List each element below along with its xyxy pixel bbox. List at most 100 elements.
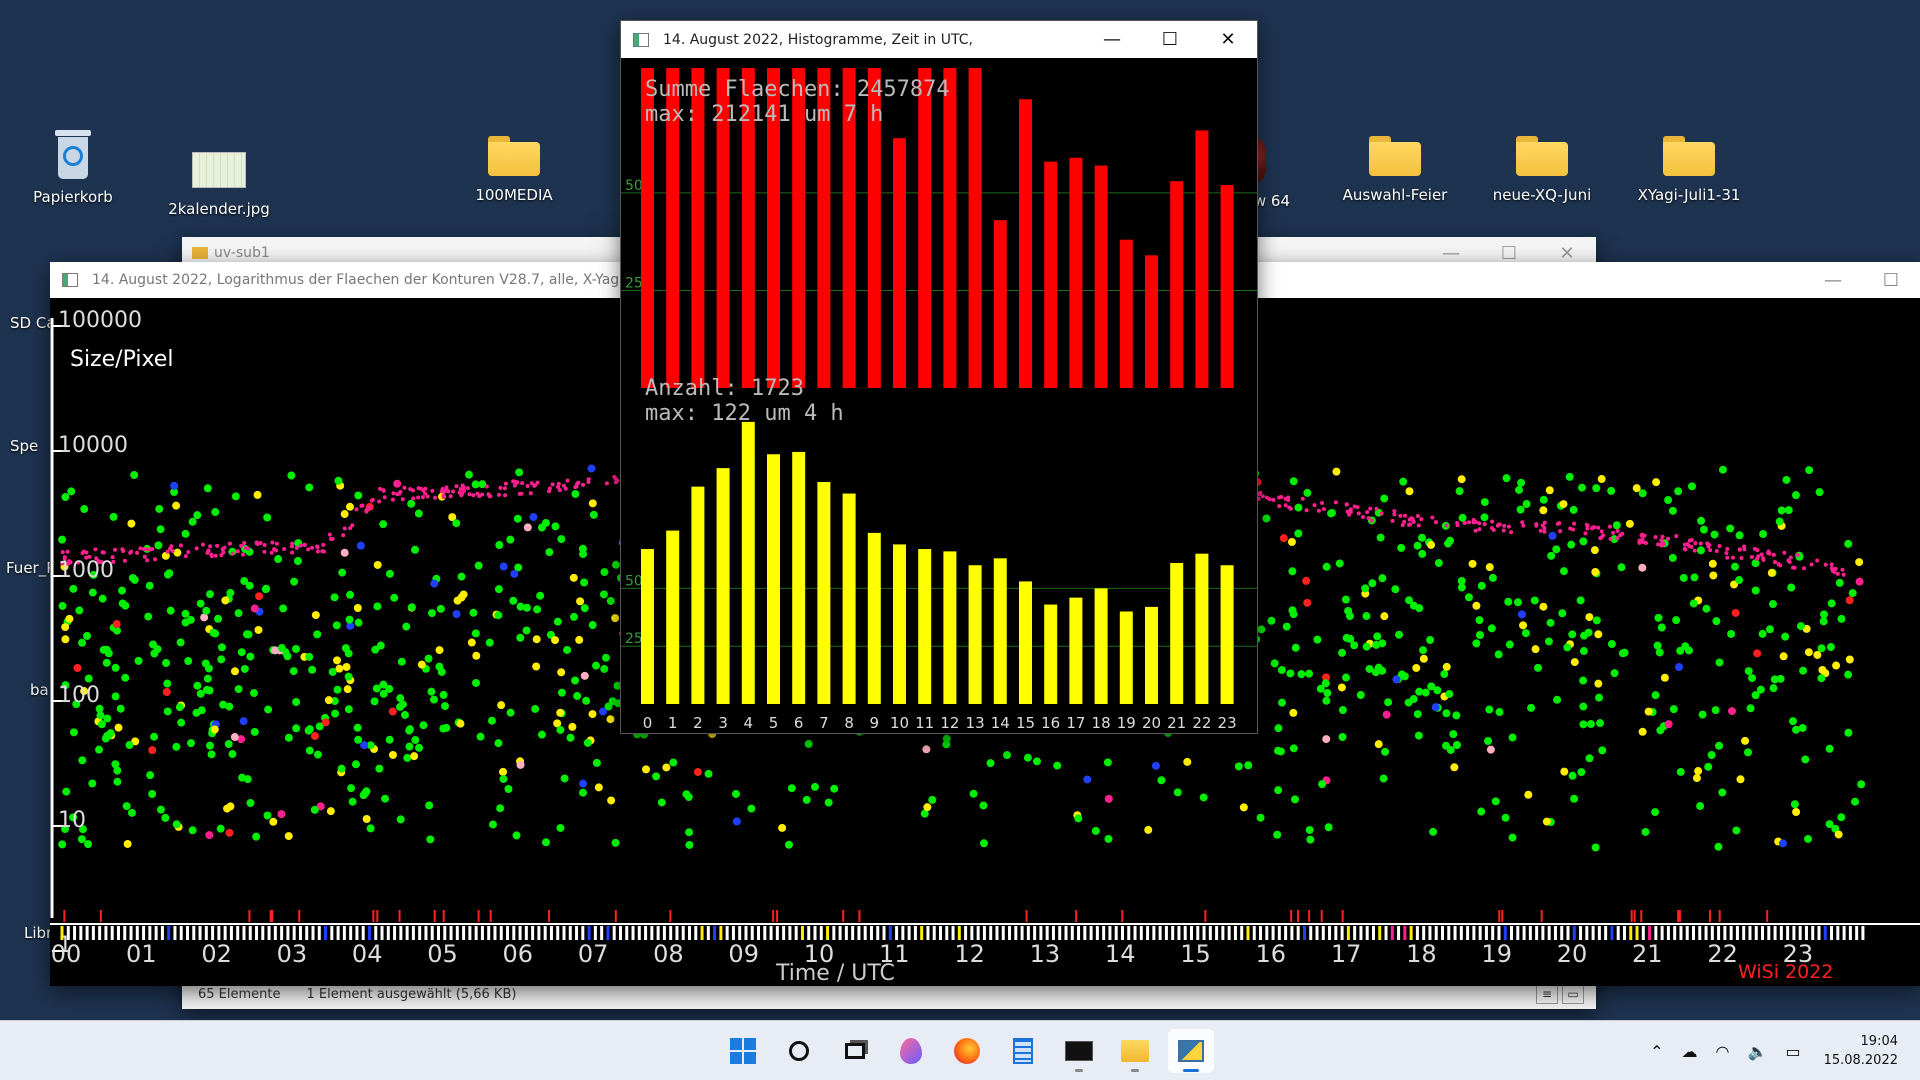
data-point bbox=[246, 799, 255, 808]
data-point bbox=[553, 617, 562, 626]
data-point bbox=[1289, 744, 1298, 753]
data-point bbox=[502, 486, 507, 491]
data-point bbox=[1694, 767, 1703, 776]
data-point bbox=[1288, 606, 1297, 615]
data-point bbox=[1598, 746, 1607, 755]
desktop-side-label[interactable]: ba bbox=[30, 681, 49, 699]
taskbar-app-python[interactable] bbox=[1168, 1029, 1214, 1073]
data-point bbox=[328, 536, 333, 541]
data-point bbox=[1625, 519, 1634, 528]
minimize-button[interactable]: — bbox=[1083, 21, 1141, 58]
histogram-titlebar[interactable]: 14. August 2022, Histogramme, Zeit in UT… bbox=[621, 21, 1257, 58]
recycle-bin-shortcut[interactable]: Papierkorb bbox=[18, 130, 128, 206]
data-point bbox=[606, 596, 615, 605]
desktop-icon-label: XYagi-Juli1-31 bbox=[1637, 186, 1741, 204]
data-point bbox=[557, 688, 566, 697]
data-point bbox=[452, 610, 461, 619]
data-point bbox=[824, 798, 833, 807]
search-button[interactable] bbox=[776, 1029, 822, 1073]
chevron-up-icon[interactable]: ⌃ bbox=[1650, 1042, 1663, 1061]
data-point bbox=[1405, 487, 1414, 496]
folder-100media[interactable]: 100MEDIA bbox=[459, 136, 569, 204]
data-point bbox=[1457, 576, 1466, 585]
taskbar-app-paint[interactable] bbox=[888, 1029, 934, 1073]
data-point bbox=[100, 550, 105, 555]
data-point bbox=[340, 548, 349, 557]
data-point bbox=[69, 584, 78, 593]
tiles-view-button[interactable]: ▭ bbox=[1562, 984, 1584, 1004]
data-point bbox=[255, 592, 264, 601]
data-point bbox=[334, 476, 343, 485]
data-point bbox=[1724, 551, 1729, 556]
data-point bbox=[353, 723, 362, 732]
data-point bbox=[366, 824, 375, 833]
data-point bbox=[693, 767, 702, 776]
desktop-side-label[interactable]: Fuer_P bbox=[6, 559, 55, 577]
data-point bbox=[1557, 521, 1562, 526]
data-point bbox=[298, 543, 303, 548]
folder-xyagi-juli[interactable]: XYagi-Juli1-31 bbox=[1634, 136, 1744, 204]
data-point bbox=[1322, 696, 1331, 705]
data-point bbox=[230, 667, 239, 676]
data-point bbox=[1379, 511, 1384, 516]
maximize-button[interactable]: ☐ bbox=[1141, 21, 1199, 58]
kalender-image-shortcut[interactable]: 2kalender.jpg bbox=[164, 146, 274, 218]
data-point bbox=[1771, 552, 1776, 557]
data-point bbox=[1282, 622, 1291, 631]
data-point bbox=[175, 703, 184, 712]
data-point bbox=[1857, 780, 1866, 789]
data-point bbox=[1746, 704, 1755, 713]
task-view-button[interactable] bbox=[832, 1029, 878, 1073]
wifi-icon[interactable]: ◠ bbox=[1716, 1042, 1730, 1061]
taskbar-app-explorer[interactable] bbox=[1112, 1029, 1158, 1073]
data-point bbox=[1819, 617, 1828, 626]
data-point bbox=[1244, 761, 1253, 770]
cloud-icon[interactable]: ☁ bbox=[1682, 1042, 1698, 1061]
taskbar-app-notepad[interactable] bbox=[1000, 1029, 1046, 1073]
start-button[interactable] bbox=[720, 1029, 766, 1073]
data-point bbox=[1790, 800, 1799, 809]
data-point bbox=[1547, 551, 1556, 560]
data-point bbox=[1731, 562, 1740, 571]
data-point bbox=[778, 823, 787, 832]
desktop-side-label[interactable]: Libr bbox=[24, 924, 52, 942]
data-point bbox=[67, 487, 76, 496]
data-point bbox=[1429, 827, 1438, 836]
minimize-button[interactable]: — bbox=[1804, 262, 1862, 299]
data-point bbox=[354, 735, 363, 744]
desktop-side-label[interactable]: Spe bbox=[10, 437, 38, 455]
desktop-side-label[interactable]: SD Ca bbox=[10, 314, 56, 332]
data-point bbox=[1798, 723, 1807, 732]
data-point bbox=[1827, 599, 1836, 608]
data-point bbox=[1692, 548, 1697, 553]
data-point bbox=[1844, 670, 1853, 679]
details-view-button[interactable]: ≡ bbox=[1536, 984, 1558, 1004]
data-point bbox=[1418, 533, 1427, 542]
hour-label: 21 bbox=[1167, 714, 1186, 732]
data-point bbox=[1509, 530, 1514, 535]
maximize-button[interactable]: ☐ bbox=[1862, 262, 1920, 299]
firefox-icon bbox=[954, 1038, 980, 1064]
data-point bbox=[141, 547, 146, 552]
data-point bbox=[1651, 808, 1660, 817]
data-point bbox=[177, 718, 186, 727]
folder-auswahl-feier[interactable]: Auswahl-Feier bbox=[1340, 136, 1450, 204]
data-point bbox=[328, 667, 337, 676]
battery-icon[interactable]: ▭ bbox=[1785, 1042, 1800, 1061]
data-point bbox=[346, 590, 355, 599]
speaker-icon[interactable]: 🔈 bbox=[1748, 1042, 1768, 1061]
data-point bbox=[1690, 573, 1699, 582]
data-point bbox=[1689, 599, 1698, 608]
clock[interactable]: 19:04 15.08.2022 bbox=[1824, 1032, 1898, 1070]
data-point bbox=[1615, 528, 1620, 533]
data-point bbox=[1297, 670, 1306, 679]
taskbar-app-firefox[interactable] bbox=[944, 1029, 990, 1073]
clock-time: 19:04 bbox=[1860, 1034, 1898, 1049]
folder-neue-xq-juni[interactable]: neue-XQ-Juni bbox=[1487, 136, 1597, 204]
close-button[interactable]: ✕ bbox=[1199, 21, 1257, 58]
data-point bbox=[1506, 524, 1511, 529]
taskbar-app-terminal[interactable] bbox=[1056, 1029, 1102, 1073]
data-point bbox=[1173, 788, 1182, 797]
data-point bbox=[95, 745, 104, 754]
data-point bbox=[1618, 533, 1623, 538]
